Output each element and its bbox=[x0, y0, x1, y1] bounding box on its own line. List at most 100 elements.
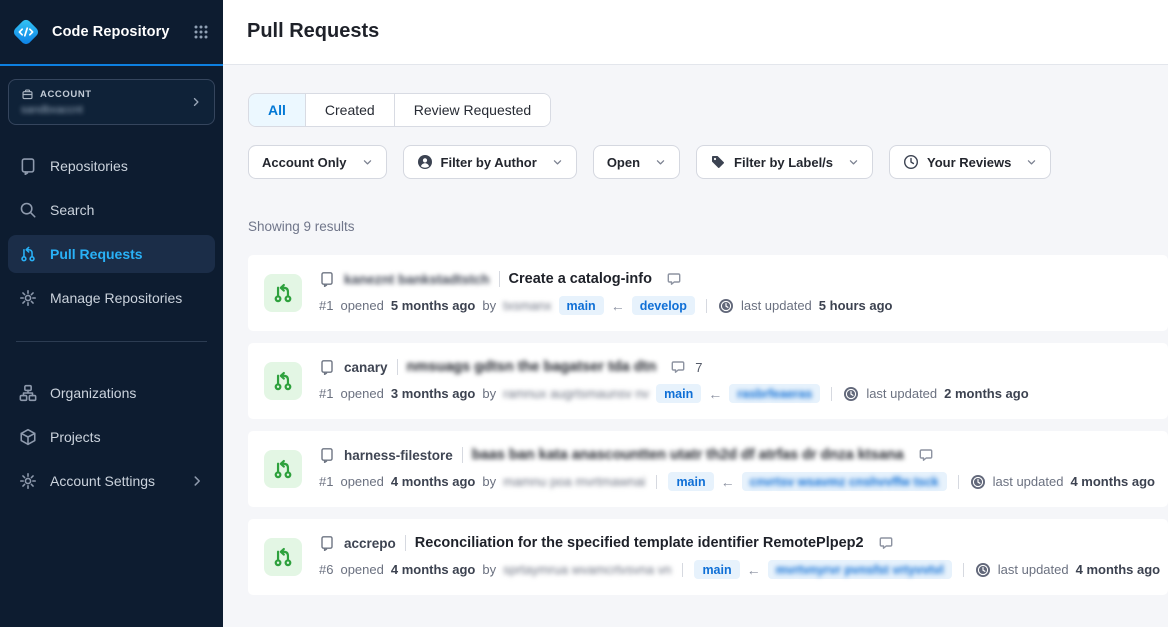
main-area: Pull Requests AllCreatedReview Requested… bbox=[223, 0, 1168, 627]
pr-number: #1 bbox=[319, 298, 333, 313]
source-branch-name: rasbrfeaeras bbox=[737, 387, 812, 401]
filter-account-only[interactable]: Account Only bbox=[248, 145, 387, 179]
by-label: by bbox=[482, 386, 496, 401]
pr-row[interactable]: kaneznt bankstadtstchCreate a catalog-in… bbox=[248, 255, 1168, 331]
nav-item-label: Projects bbox=[50, 429, 101, 445]
pr-number: #6 bbox=[319, 562, 333, 577]
grid-icon[interactable] bbox=[193, 24, 209, 40]
sidebar-item-projects[interactable]: Projects bbox=[8, 418, 215, 456]
target-branch-badge[interactable]: main bbox=[668, 472, 713, 491]
sidebar-item-account-settings[interactable]: Account Settings bbox=[8, 462, 215, 500]
repo-icon bbox=[319, 447, 335, 463]
repo-icon bbox=[19, 157, 37, 175]
source-branch-badge[interactable]: develop bbox=[632, 296, 695, 315]
target-branch-name: main bbox=[676, 475, 705, 489]
app-root: Code Repository ACCO bbox=[0, 0, 1168, 627]
sidebar-item-search[interactable]: Search bbox=[8, 191, 215, 229]
chevron-down-icon bbox=[655, 157, 666, 168]
pr-list: kaneznt bankstadtstchCreate a catalog-in… bbox=[248, 255, 1168, 595]
filter-bar: Account Only Filter by Author Open Filter b… bbox=[248, 145, 1168, 179]
pr-repo-name: accrepo bbox=[344, 536, 396, 551]
nav-item-label: Pull Requests bbox=[50, 246, 143, 262]
repo-icon bbox=[319, 271, 335, 287]
comment-icon bbox=[666, 271, 682, 287]
account-name: sandbxaccnt bbox=[21, 104, 190, 116]
nav-item-label: Search bbox=[50, 202, 94, 218]
sidebar-divider bbox=[16, 341, 207, 342]
target-branch-name: main bbox=[664, 387, 693, 401]
account-selector[interactable]: ACCOUNT sandbxaccnt bbox=[8, 79, 215, 125]
page-title: Pull Requests bbox=[247, 20, 1144, 43]
pr-row[interactable]: canary nmsuags gdtsn the bagatser tda dtn… bbox=[248, 343, 1168, 419]
gear-icon bbox=[19, 472, 37, 490]
pr-title[interactable]: Reconciliation for the specified templat… bbox=[415, 535, 864, 551]
filter-your-reviews[interactable]: Your Reviews bbox=[889, 145, 1051, 179]
by-label: by bbox=[482, 298, 496, 313]
tag-icon bbox=[710, 154, 726, 170]
comment-icon bbox=[878, 535, 894, 551]
pr-title[interactable]: Create a catalog-info bbox=[509, 271, 652, 287]
source-branch-badge[interactable]: rasbrfeaeras bbox=[729, 384, 820, 403]
tab-created[interactable]: Created bbox=[305, 94, 394, 126]
code-diamond-icon bbox=[9, 15, 43, 49]
sidebar-item-organizations[interactable]: Organizations bbox=[8, 374, 215, 412]
pr-author: mamnu poa mvrtmawnai bbox=[503, 474, 645, 489]
chevron-down-icon bbox=[848, 157, 859, 168]
last-updated-label: last updated bbox=[866, 386, 937, 401]
target-branch-badge[interactable]: main bbox=[656, 384, 701, 403]
filter-filter-by-label-s[interactable]: Filter by Label/s bbox=[696, 145, 873, 179]
pr-author: txsmanx bbox=[503, 298, 551, 313]
divider bbox=[499, 271, 500, 287]
divider bbox=[682, 563, 683, 577]
opened-ago: 3 months ago bbox=[391, 386, 476, 401]
pr-row[interactable]: harness-filestore baas ban kata anascount… bbox=[248, 431, 1168, 507]
updated-ago: 2 months ago bbox=[944, 386, 1029, 401]
divider bbox=[405, 535, 406, 551]
sidebar-item-repositories[interactable]: Repositories bbox=[8, 147, 215, 185]
opened-ago: 5 months ago bbox=[391, 298, 476, 313]
opened-label: opened bbox=[340, 386, 383, 401]
sidebar-item-manage-repositories[interactable]: Manage Repositories bbox=[8, 279, 215, 317]
last-updated-label: last updated bbox=[993, 474, 1064, 489]
source-branch-name: mvrtvnyrvr pvnsfst vrtyvvtvl bbox=[776, 563, 944, 577]
person-icon bbox=[417, 154, 433, 170]
target-branch-name: main bbox=[702, 563, 731, 577]
tab-review-requested[interactable]: Review Requested bbox=[394, 94, 551, 126]
sidebar-header: Code Repository bbox=[0, 0, 223, 66]
opened-label: opened bbox=[340, 474, 383, 489]
divider bbox=[831, 387, 832, 401]
chevron-down-icon bbox=[552, 157, 563, 168]
filter-open[interactable]: Open bbox=[593, 145, 680, 179]
tab-all[interactable]: All bbox=[249, 94, 305, 126]
pr-repo-name: harness-filestore bbox=[344, 448, 453, 463]
divider bbox=[462, 447, 463, 463]
last-updated-label: last updated bbox=[741, 298, 812, 313]
nav-item-label: Organizations bbox=[50, 385, 136, 401]
divider bbox=[963, 563, 964, 577]
target-branch-badge[interactable]: main bbox=[694, 560, 739, 579]
pr-tabs: AllCreatedReview Requested bbox=[248, 93, 551, 127]
updated-ago: 4 months ago bbox=[1076, 562, 1161, 577]
chevron-right-icon bbox=[190, 474, 204, 488]
chevron-right-icon bbox=[190, 96, 202, 108]
pr-repo-name: canary bbox=[344, 360, 388, 375]
chevron-down-icon bbox=[1026, 157, 1037, 168]
repo-icon bbox=[319, 535, 335, 551]
comment-icon bbox=[918, 447, 934, 463]
by-label: by bbox=[482, 562, 496, 577]
clock-icon bbox=[903, 154, 919, 170]
target-branch-badge[interactable]: main bbox=[559, 296, 604, 315]
source-branch-badge[interactable]: mvrtvnyrvr pvnsfst vrtyvvtvl bbox=[768, 560, 952, 579]
pull-request-icon bbox=[19, 245, 37, 263]
results-summary: Showing 9 results bbox=[248, 219, 1168, 234]
filter-filter-by-author[interactable]: Filter by Author bbox=[403, 145, 577, 179]
source-branch-badge[interactable]: cnvrtsv wsavmz cnshvvffw tsck bbox=[742, 472, 947, 491]
pr-title[interactable]: baas ban kata anascountten utatr th2d df… bbox=[472, 447, 904, 463]
repo-icon bbox=[319, 359, 335, 375]
filter-label: Open bbox=[607, 155, 640, 170]
pr-title[interactable]: nmsuags gdtsn the bagatser tda dtn bbox=[407, 359, 657, 375]
divider bbox=[958, 475, 959, 489]
pull-request-icon bbox=[264, 362, 302, 400]
sidebar-item-pull-requests[interactable]: Pull Requests bbox=[8, 235, 215, 273]
pr-row[interactable]: accrepo Reconciliation for the specified … bbox=[248, 519, 1168, 595]
